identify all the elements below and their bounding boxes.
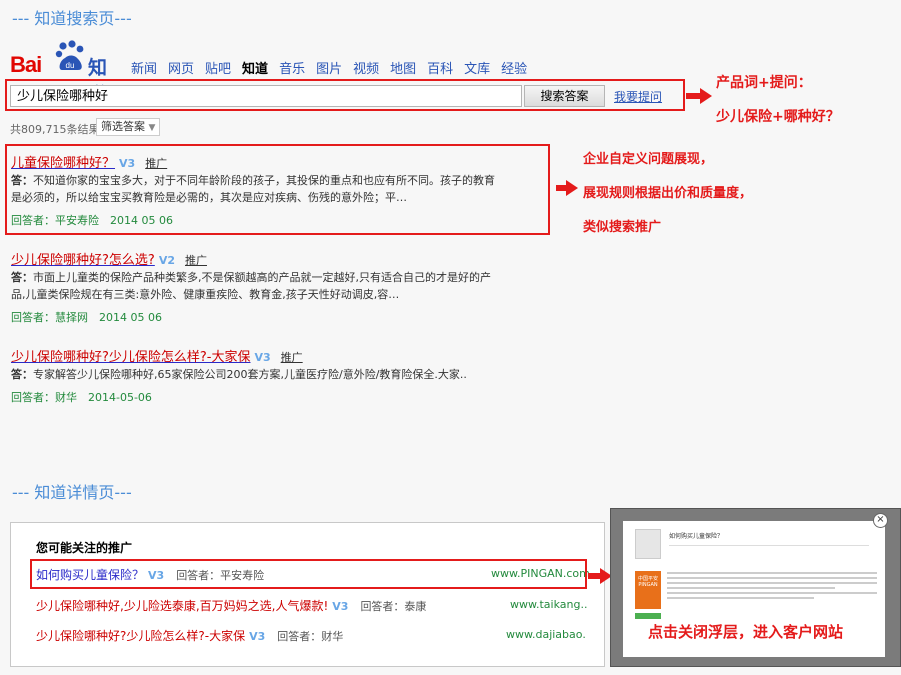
result-title-row: 少儿保险哪种好?少儿保险怎么样?-大家保 V3 推广 xyxy=(11,346,303,365)
arrow-right-icon xyxy=(588,568,612,584)
nav-item-zhidao[interactable]: 知道 xyxy=(242,58,268,77)
chevron-down-icon: ▼ xyxy=(148,123,156,133)
detail-url[interactable]: www.taikang.. xyxy=(510,598,587,611)
result-description: 答：专家解答少儿保险哪种好,65家保险公司200套方案,儿童医疗险/意外险/教育… xyxy=(11,366,501,383)
pingan-brand-logo[interactable]: 中国平安 PINGAN xyxy=(635,571,661,609)
top-nav: 新闻 网页 贴吧 知道 音乐 图片 视频 地图 百科 文库 经验 xyxy=(131,58,538,77)
detail-answerer: 回答者：泰康 xyxy=(360,600,427,613)
detail-promo-highlight-box xyxy=(30,559,587,589)
nav-item-news[interactable]: 新闻 xyxy=(131,58,157,77)
avatar xyxy=(635,529,661,559)
nav-item-baike[interactable]: 百科 xyxy=(427,58,453,77)
detail-url[interactable]: www.dajiabao. xyxy=(506,628,586,641)
result-title-text: 少儿保险哪种好?怎么选? xyxy=(11,253,155,268)
arrow-right-icon xyxy=(556,180,578,196)
annotation-close-popup: 点击关闭浮层，进入客户网站 xyxy=(648,623,844,641)
result-desc-line: 市面上儿童类的保险产品种类繁多,不是保额越高的产品就一定越好,只有适合自己的才是… xyxy=(33,271,491,284)
promo-label[interactable]: 推广 xyxy=(281,351,303,364)
detail-page-section-title: --- 知道详情页--- xyxy=(12,483,132,502)
result-title-row: 少儿保险哪种好?怎么选? V2 推广 xyxy=(11,249,207,268)
search-highlight-box xyxy=(5,79,685,111)
promo-label[interactable]: 推广 xyxy=(185,254,207,267)
v-level-badge: V3 xyxy=(332,600,349,613)
result-count: 共809,715条结果 xyxy=(10,123,100,136)
result-desc-line: 专家解答少儿保险哪种好,65家保险公司200套方案,儿童医疗险/意外险/教育险保… xyxy=(33,368,467,381)
detail-promo-heading: 您可能关注的推广 xyxy=(36,541,133,555)
v-level-badge: V3 xyxy=(249,630,266,643)
filter-label: 筛选答案 xyxy=(101,120,145,133)
nav-item-music[interactable]: 音乐 xyxy=(279,58,305,77)
nav-item-map[interactable]: 地图 xyxy=(390,58,416,77)
nav-item-video[interactable]: 视频 xyxy=(353,58,379,77)
annotation-custom-question: 企业自定义问题展现， xyxy=(583,152,714,167)
promo-result-highlight-box xyxy=(5,144,550,235)
answer-label: 答： xyxy=(11,271,33,284)
result-meta: 回答者：慧择网 2014 05 06 xyxy=(11,311,162,324)
result-description: 答：市面上儿童类的保险产品种类繁多,不是保额越高的产品就一定越好,只有适合自己的… xyxy=(11,269,501,303)
result-title-link[interactable]: 少儿保险哪种好?少儿保险怎么样?-大家保 xyxy=(11,350,251,365)
search-page-section-title: --- 知道搜索页--- xyxy=(12,9,132,28)
baidu-paw-icon: du xyxy=(55,40,84,70)
nav-item-images[interactable]: 图片 xyxy=(316,58,342,77)
popup-title: 如何购买儿童保险？ xyxy=(669,533,724,540)
nav-item-tieba[interactable]: 贴吧 xyxy=(205,58,231,77)
filter-answers-dropdown[interactable]: 筛选答案 ▼ xyxy=(96,118,161,136)
popup-divider xyxy=(669,545,869,546)
detail-promo-title[interactable]: 少儿保险哪种好?少儿险怎么样?-大家保 xyxy=(36,629,245,643)
annotation-similar-promo: 类似搜索推广 xyxy=(583,220,662,235)
popup-cta-button[interactable] xyxy=(635,613,661,619)
detail-promo-title[interactable]: 少儿保险哪种好,少儿险选泰康,百万妈妈之选,人气爆款! xyxy=(36,599,328,613)
annotation-keyword: 产品词+提问： xyxy=(716,75,812,91)
close-icon[interactable]: × xyxy=(873,513,888,528)
detail-promo-row[interactable]: 少儿保险哪种好?少儿险怎么样?-大家保 V3 回答者：财华 www.dajiabao… xyxy=(36,627,586,644)
v-level-badge: V3 xyxy=(254,351,271,364)
annotation-keyword-example: 少儿保险+哪种好？ xyxy=(716,109,840,125)
detail-answerer: 回答者：财华 xyxy=(277,630,344,643)
landing-popup-overlay[interactable]: 如何购买儿童保险？ 中国平安 PINGAN xyxy=(610,508,901,667)
v-level-badge: V2 xyxy=(158,254,175,267)
baidu-zhidao-logo[interactable]: Bai du 知道 xyxy=(10,40,120,106)
annotation-display-rule: 展现规则根据出价和质量度， xyxy=(583,186,753,201)
result-title-link[interactable]: 少儿保险哪种好?怎么选? xyxy=(11,253,155,268)
result-title-text: 少儿保险哪种好?少儿保险怎么样?-大家保 xyxy=(11,350,251,365)
arrow-right-icon xyxy=(686,88,712,104)
result-meta: 回答者：财华 2014-05-06 xyxy=(11,391,152,404)
answer-label: 答： xyxy=(11,368,33,381)
popup-text-block xyxy=(667,569,877,602)
logo-text-du: du xyxy=(66,61,75,70)
detail-promo-row[interactable]: 少儿保险哪种好,少儿险选泰康,百万妈妈之选,人气爆款! V3 回答者：泰康 www.… xyxy=(36,597,587,614)
logo-text-bai: Bai xyxy=(10,52,42,77)
nav-item-web[interactable]: 网页 xyxy=(168,58,194,77)
nav-item-wenku[interactable]: 文库 xyxy=(464,58,490,77)
nav-item-jingyan[interactable]: 经验 xyxy=(501,58,527,77)
result-desc-line: 品,儿童类保险规在有三类:意外险、健康重疾险、教育金,孩子天性好动调皮,容… xyxy=(11,288,400,301)
